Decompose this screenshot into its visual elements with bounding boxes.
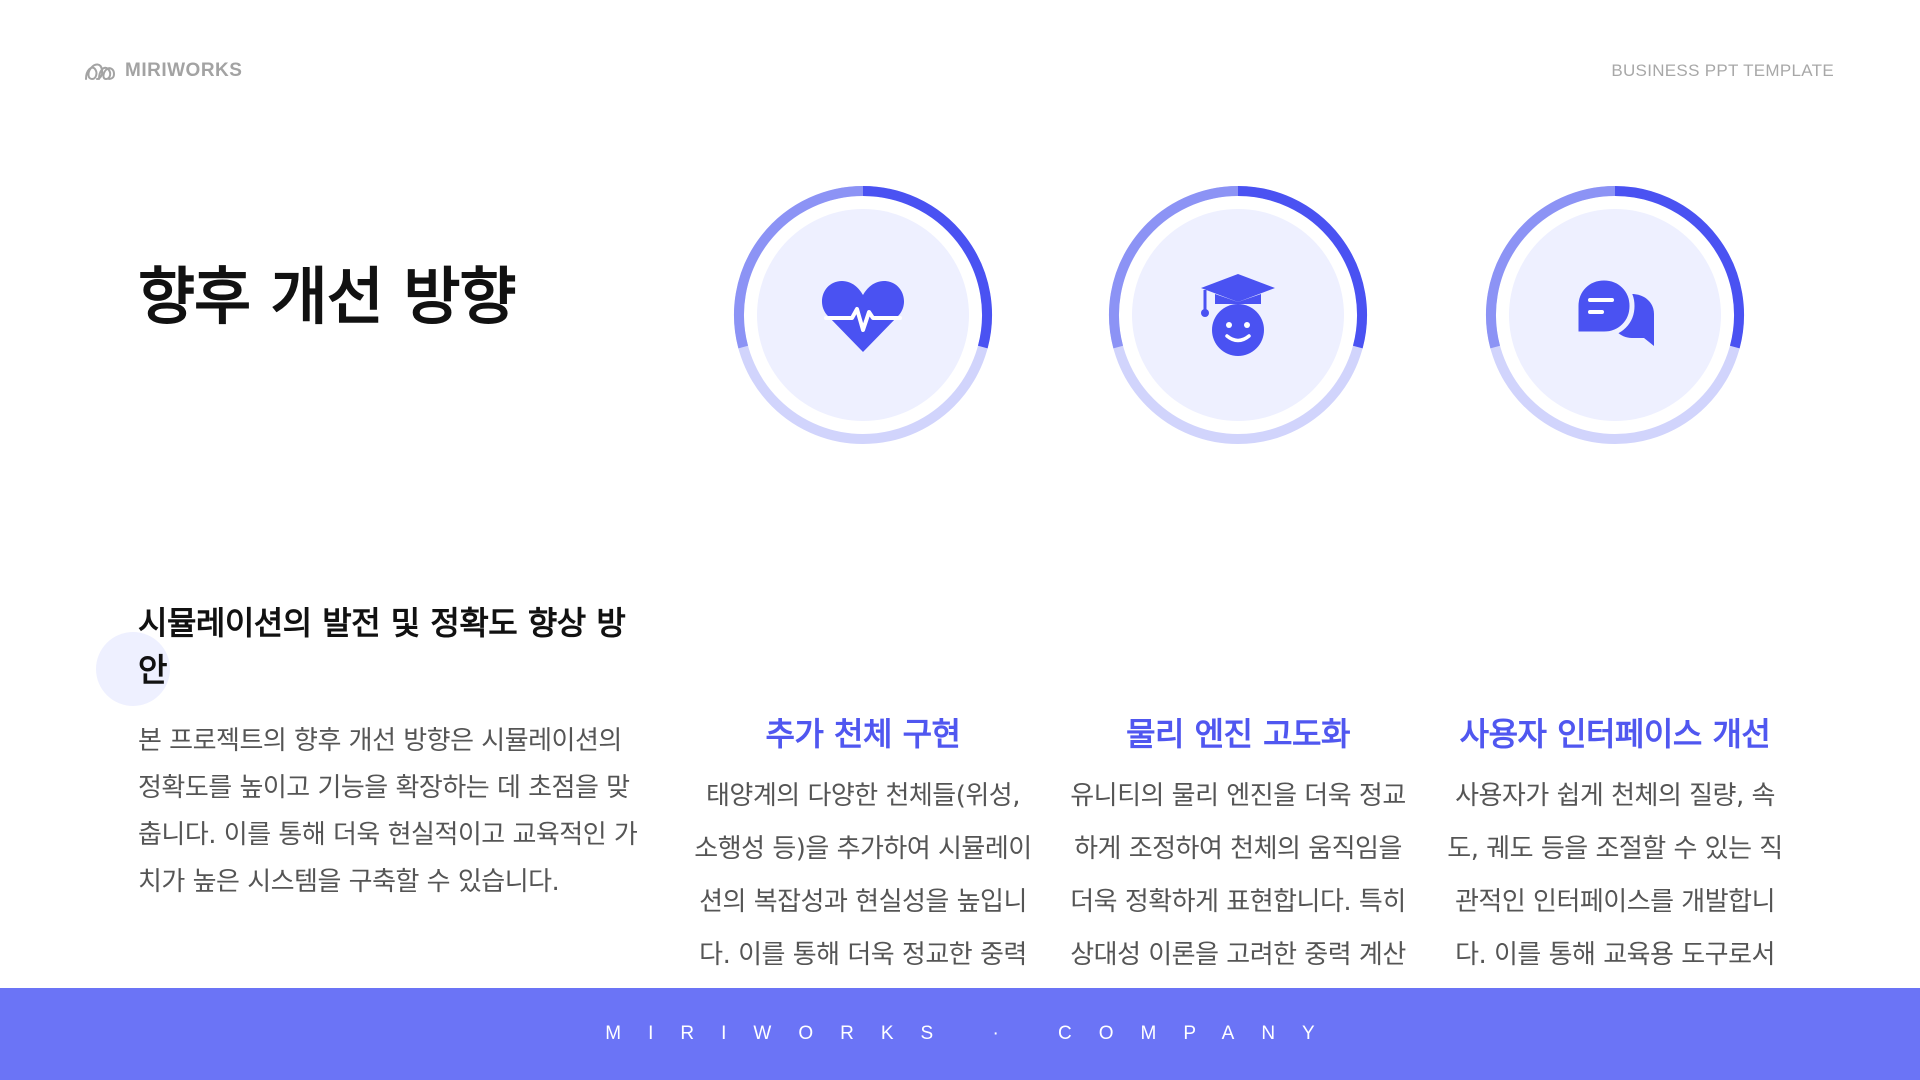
miriworks-logo-icon bbox=[85, 63, 116, 81]
feature-ring bbox=[1103, 180, 1373, 450]
page-title: 향후 개선 방향 bbox=[138, 260, 516, 333]
graduate-icon bbox=[1201, 274, 1275, 356]
section-subtitle: 시뮬레이션의 발전 및 정확도 향상 방안 bbox=[138, 604, 626, 689]
footer-bar: MIRIWORKS · COMPANY bbox=[0, 988, 1920, 1080]
logo-text: MIRIWORKS bbox=[125, 60, 243, 81]
company-logo: MIRIWORKS bbox=[83, 60, 242, 82]
feature-title: 사용자 인터페이스 개선 bbox=[1459, 715, 1771, 753]
feature-card-physics: 물리 엔진 고도화 유니티의 물리 엔진을 더욱 정교하게 조정하여 천체의 움… bbox=[1063, 180, 1413, 1035]
feature-title: 물리 엔진 고도화 bbox=[1126, 715, 1350, 753]
chat-bubbles-icon bbox=[1573, 275, 1654, 346]
heartbeat-icon bbox=[821, 281, 905, 352]
footer-text: MIRIWORKS · COMPANY bbox=[605, 1023, 1342, 1044]
feature-card-interface: 사용자 인터페이스 개선 사용자가 쉽게 천체의 질량, 속도, 궤도 등을 조… bbox=[1440, 180, 1790, 1035]
section-body: 본 프로젝트의 향후 개선 방향은 시뮬레이션의 정확도를 높이고 기능을 확장… bbox=[138, 726, 638, 897]
feature-ring bbox=[728, 180, 998, 450]
feature-title: 추가 천체 구현 bbox=[765, 715, 961, 753]
feature-card-celestial: 추가 천체 구현 태양계의 다양한 천체들(위성, 소행성 등)을 추가하여 시… bbox=[688, 180, 1038, 1035]
feature-ring bbox=[1480, 180, 1750, 450]
template-tagline: BUSINESS PPT TEMPLATE bbox=[1611, 61, 1834, 80]
